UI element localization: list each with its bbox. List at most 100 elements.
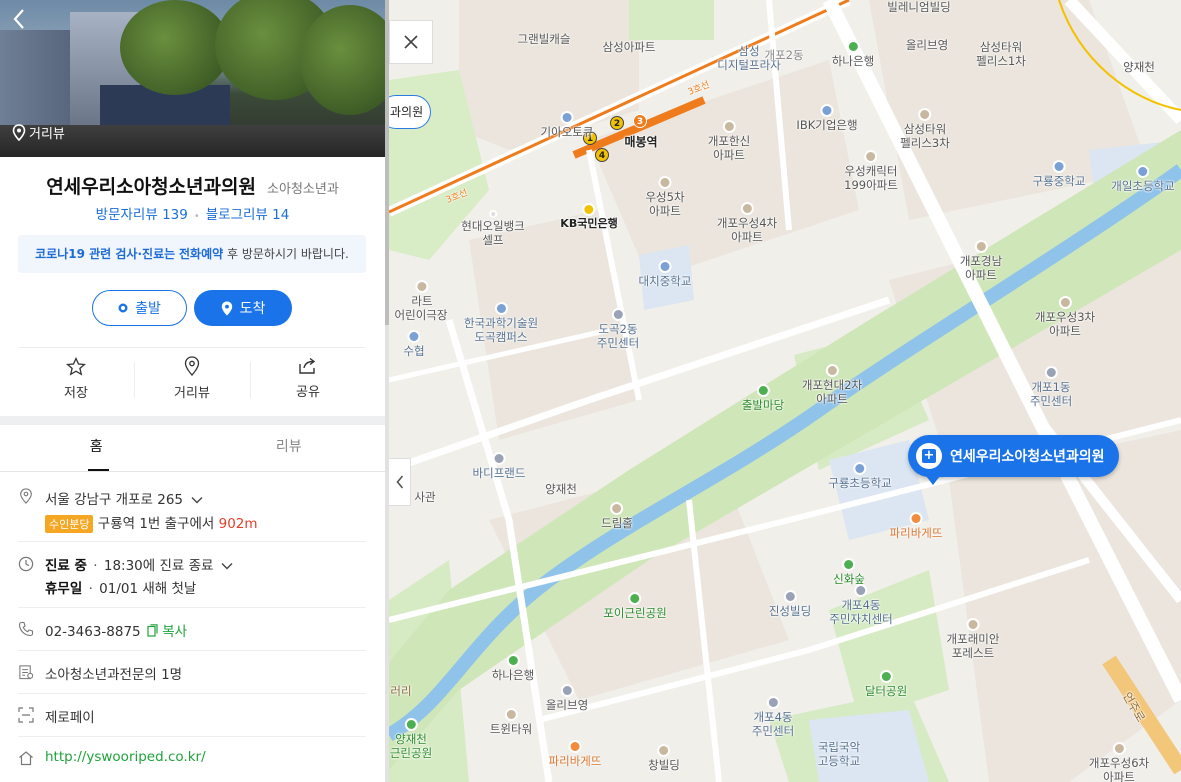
share-icon <box>299 357 316 374</box>
poi-label[interactable]: 달터공원 <box>865 670 907 698</box>
poi-label[interactable]: 출발마당 <box>742 384 784 412</box>
back-chevron-icon[interactable] <box>12 8 38 36</box>
poi-label[interactable]: 트윈타워 <box>490 708 532 736</box>
poi-label[interactable]: 개포4동 주민센터 <box>752 696 794 738</box>
poi-label[interactable]: 개포래미안 포레스트 <box>947 618 999 660</box>
star-icon <box>66 356 86 376</box>
poi-label[interactable]: 하나은행 <box>832 40 874 68</box>
apartment-icon <box>722 120 736 133</box>
park-icon <box>756 384 770 397</box>
poi-label[interactable]: 개포경남 아파트 <box>960 240 1002 282</box>
share-button[interactable]: 공유 <box>250 348 366 409</box>
poi-label[interactable]: 삼성타워 펠리스1차 <box>976 40 1026 68</box>
close-button[interactable] <box>389 20 433 64</box>
poi-label[interactable]: 개일초등학교 <box>1111 165 1175 193</box>
place-marker[interactable]: + 연세우리소아청소년과의원 <box>908 435 1119 485</box>
poi-label[interactable]: 현대오일뱅크 셀프 <box>461 210 525 247</box>
poi-label[interactable]: 사관 <box>414 490 435 504</box>
poi-label[interactable]: 드림홀 <box>601 502 633 530</box>
phone-number[interactable]: 02-3463-8875 <box>45 624 141 640</box>
gas-station-icon <box>488 210 497 218</box>
payment-row: 제로페이 <box>18 694 366 737</box>
poi-label[interactable]: 바디프랜드 <box>473 452 525 480</box>
start-button[interactable]: 출발 <box>92 290 187 326</box>
poi-label[interactable]: KB국민은행 <box>560 203 618 231</box>
poi-label[interactable]: 구룡초등학교 <box>828 462 892 490</box>
poi-label[interactable]: 삼성타워 펠리스3차 <box>900 108 950 150</box>
poi-label[interactable]: 신화숲 <box>833 558 865 586</box>
copy-button[interactable]: 복사 <box>147 624 187 640</box>
map-view[interactable]: 1 2 3 4 매봉역 3호선 3호선 그랜빌캐슬 삼성아파트 삼성 디지털프라… <box>389 0 1181 782</box>
poi-label[interactable]: 파리바게뜨 <box>549 740 601 768</box>
hours-status-line[interactable]: 진료 중 · 18:30에 진료 종료 <box>45 554 233 574</box>
poi-label[interactable]: 올리브영 <box>906 38 948 52</box>
route-pill[interactable]: 과의원 <box>389 95 431 129</box>
poi-label[interactable]: 개포우성4차 아파트 <box>717 202 777 244</box>
poi-label[interactable]: 도곡2동 주민센터 <box>597 308 639 350</box>
poi-label[interactable]: 개포우성3차 아파트 <box>1035 296 1095 338</box>
bakery-icon <box>568 740 582 753</box>
car-service-icon <box>560 111 574 124</box>
poi-label[interactable]: 양재천 <box>545 482 577 496</box>
poi-label[interactable]: 러리 <box>390 684 411 698</box>
notice-text: 후 방문하시기 바랍니다. <box>223 247 349 261</box>
poi-label[interactable]: 어린이극장 <box>395 308 448 322</box>
station-label[interactable]: 매봉역 <box>624 135 657 149</box>
website-link[interactable]: http://yswooriped.co.kr/ <box>45 749 206 765</box>
place-panel: 거리뷰 연세우리소아청소년과의원 소아청소년과 방문자리뷰 139 • 블로그리뷰 … <box>0 0 385 782</box>
poi-label[interactable]: 양재천 근린공원 <box>390 718 432 760</box>
poi-label[interactable]: 올리브영 <box>546 684 588 712</box>
subway-exit-text: 구룡역 1번 출구에서 <box>97 516 215 532</box>
notice-emphasis: 전화예약 <box>179 247 224 261</box>
collapse-panel-button[interactable] <box>389 458 411 506</box>
subway-line-4-icon[interactable]: 4 <box>595 148 609 162</box>
poi-label[interactable]: 라트 <box>411 280 433 308</box>
poi-label[interactable]: 대치중학교 <box>639 260 691 288</box>
visitor-review-link[interactable]: 방문자리뷰 139 <box>96 207 188 223</box>
address-line[interactable]: 서울 강남구 개포로 265 <box>45 488 203 508</box>
poi-label[interactable]: 개포현대2차 아파트 <box>802 364 862 406</box>
subway-line-2-icon[interactable]: 2 <box>610 116 624 130</box>
roadview-link[interactable]: 거리뷰 <box>12 123 65 142</box>
poi-label[interactable]: 기아오토큐 <box>541 111 593 139</box>
poi-label[interactable]: 개포우성6차 아파트 <box>1089 742 1149 782</box>
government-icon <box>611 308 625 321</box>
marker-label: 연세우리소아청소년과의원 <box>950 449 1105 465</box>
blog-review-link[interactable]: 블로그리뷰 14 <box>206 207 290 223</box>
chevron-down-icon <box>221 563 233 570</box>
place-photo[interactable]: 거리뷰 <box>0 0 385 157</box>
poi-label[interactable]: 우성캐릭터 199아파트 <box>844 150 898 192</box>
poi-label[interactable]: 개포2동 <box>764 48 803 62</box>
apartment-icon <box>974 240 988 253</box>
payment-text: 제로페이 <box>45 710 95 726</box>
poi-label[interactable]: 개포한신 아파트 <box>708 120 750 162</box>
poi-label[interactable]: 진성빌딩 <box>769 590 811 618</box>
destination-pin-icon <box>221 301 232 315</box>
roadview-button[interactable]: 거리뷰 <box>134 348 250 409</box>
poi-label[interactable]: 한국과학기술원 도곡캠퍼스 <box>464 302 538 344</box>
arrive-button[interactable]: 도착 <box>194 290 292 326</box>
poi-label[interactable]: 수협 <box>403 330 425 358</box>
save-button[interactable]: 저장 <box>18 348 134 409</box>
store-icon <box>560 684 574 697</box>
poi-label[interactable]: 창빌딩 <box>648 744 680 772</box>
poi-label[interactable]: 우성5차 아파트 <box>645 176 685 218</box>
tab-home[interactable]: 홈 <box>0 425 193 471</box>
place-icon <box>610 502 624 515</box>
poi-label[interactable]: 개포1동 주민센터 <box>1030 366 1072 408</box>
poi-label[interactable]: 양재천 <box>1123 60 1155 74</box>
poi-label[interactable]: 국립국악 고등학교 <box>818 740 860 768</box>
poi-label[interactable]: 포이근린공원 <box>603 592 667 620</box>
poi-label[interactable]: 삼성아파트 <box>603 40 656 54</box>
tab-review[interactable]: 리뷰 <box>193 425 386 471</box>
poi-label[interactable]: 그랜빌캐슬 <box>518 32 571 46</box>
building-icon <box>783 590 797 603</box>
poi-label[interactable]: 구룡중학교 <box>1033 160 1085 188</box>
holiday-label: 휴무일 <box>45 581 83 597</box>
poi-label[interactable]: IBK기업은행 <box>796 104 858 132</box>
poi-label[interactable]: 빌레니엄빌딩 <box>887 0 950 14</box>
poi-label[interactable]: 파리바게뜨 <box>890 512 942 540</box>
subway-line-3-icon[interactable]: 3 <box>633 114 647 128</box>
poi-label[interactable]: 개포4동 주민자치센터 <box>829 584 893 626</box>
poi-label[interactable]: 하나은행 <box>492 654 534 682</box>
